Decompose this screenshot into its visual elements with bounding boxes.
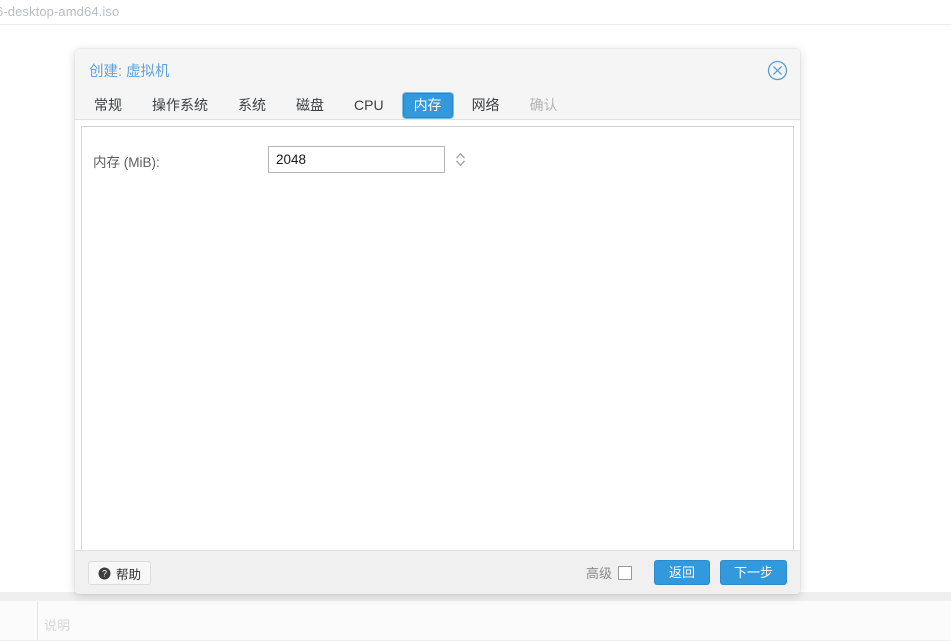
tab-disk[interactable]: 磁盘 — [285, 93, 335, 118]
background-bottom-panel — [0, 601, 951, 641]
dialog-tabbar: 常规 操作系统 系统 磁盘 CPU 内存 网络 确认 — [83, 91, 577, 119]
memory-input[interactable] — [269, 147, 455, 172]
memory-spinner[interactable] — [268, 146, 465, 173]
spinner-stepper-arrows[interactable] — [455, 147, 466, 172]
advanced-checkbox[interactable] — [617, 565, 632, 580]
dialog-title: 创建: 虚拟机 — [89, 64, 170, 80]
tab-memory[interactable]: 内存 — [402, 92, 453, 118]
create-vm-dialog: 创建: 虚拟机 常规 操作系统 系统 磁盘 CPU 内存 网络 确认 内存 (M — [75, 49, 800, 594]
memory-field-label: 内存 (MiB): — [93, 155, 160, 170]
dialog-body-panel: 内存 (MiB): — [81, 126, 794, 567]
tab-cpu[interactable]: CPU — [343, 93, 395, 118]
tab-confirm: 确认 — [529, 96, 558, 113]
footer-actions: 高级 返回 下一步 — [586, 560, 787, 585]
dialog-footer: ? 帮助 高级 返回 下一步 — [75, 550, 800, 594]
advanced-checkbox-label: 高级 — [585, 566, 612, 581]
tab-os[interactable]: 操作系统 — [141, 93, 219, 118]
next-button[interactable]: 下一步 — [719, 560, 787, 585]
background-topbar: 6-desktop-amd64.iso — [0, 0, 951, 25]
tab-general[interactable]: 常规 — [83, 93, 133, 118]
question-mark-icon: ? — [98, 567, 111, 580]
tab-network[interactable]: 网络 — [461, 93, 511, 118]
back-button[interactable]: 返回 — [653, 560, 710, 585]
help-button-label: 帮助 — [116, 567, 142, 582]
background-iso-filename: 6-desktop-amd64.iso — [0, 4, 120, 19]
dialog-header: 创建: 虚拟机 常规 操作系统 系统 磁盘 CPU 内存 网络 确认 — [75, 49, 800, 120]
svg-text:?: ? — [102, 568, 107, 578]
background-panel-divider — [37, 601, 38, 641]
close-circle-icon[interactable] — [767, 60, 788, 81]
tab-system[interactable]: 系统 — [227, 93, 277, 118]
page-root: 6-desktop-amd64.iso 说明 创建: 虚拟机 常规 操作系统 系… — [0, 0, 951, 641]
background-description-column-header: 说明 — [44, 618, 71, 633]
memory-field-row: 内存 (MiB): — [93, 146, 773, 174]
help-button[interactable]: ? 帮助 — [88, 561, 152, 585]
